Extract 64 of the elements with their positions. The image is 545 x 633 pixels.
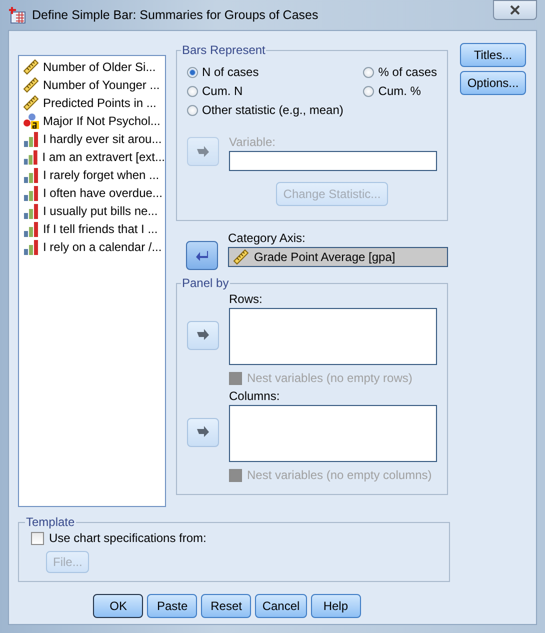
bar-chart-icon [23,131,39,147]
right-arrow-icon [196,426,210,438]
dialog-button[interactable]: Help [310,594,361,618]
radio-label: N of cases [202,65,259,79]
field-label: Columns: [229,389,281,403]
variable-item[interactable]: Major If Not Psychol... [19,112,165,130]
radio-button[interactable] [363,86,374,96]
variable-item[interactable]: Number of Older Si... [19,58,165,76]
radio-button[interactable] [187,66,198,78]
radio-label: Cum. % [378,84,421,98]
template-checkbox[interactable]: Use chart specifications from: [31,531,439,545]
radio-label: Cum. N [202,84,243,98]
app-icon [8,6,26,24]
window-title: Define Simple Bar: Summaries for Groups of Cases [32,8,318,22]
radio-button[interactable] [187,104,198,116]
variable-item[interactable]: Predicted Points in ... [19,94,165,112]
variable-item[interactable]: I often have overdue... [19,184,165,202]
left-arrow-icon [195,250,209,262]
field-label: Category Axis: [228,231,306,245]
variable-item[interactable]: I rarely forget when ... [19,166,165,184]
bar-chart-icon [23,167,39,183]
move-arrow-button[interactable] [186,241,218,270]
radio-button[interactable] [187,86,198,96]
bar-chart-icon [23,239,39,255]
bar-chart-icon [23,203,39,219]
group-title: Template [25,515,76,529]
bar-chart-icon [23,221,39,237]
ruler-icon [23,59,39,75]
variable-item[interactable]: I usually put bills ne... [19,202,165,220]
radio-label: % of cases [378,65,437,79]
variable-list[interactable] [18,55,166,507]
radio-label: Other statistic (e.g., mean) [202,103,344,117]
variable-item[interactable]: Number of Younger ... [19,76,165,94]
right-arrow-icon [196,146,210,158]
field-label: Variable: [229,135,276,149]
field-label: Rows: [229,292,264,306]
variable-target-list[interactable] [229,308,437,365]
ruler-icon [233,249,249,265]
variable-item[interactable]: I rely on a calendar /... [19,238,165,256]
side-button[interactable]: Titles... [460,43,526,67]
group-title: Bars Represent [181,43,266,57]
dialog-button[interactable]: Paste [147,594,198,618]
group-title: Panel by [181,276,230,290]
nominal-icon [23,113,39,129]
right-arrow-icon [196,329,210,341]
variable-item[interactable]: If I tell friends that I ... [19,220,165,238]
variable-target-list[interactable] [229,405,437,462]
bar-chart-icon [23,149,38,165]
close-icon [509,5,521,15]
dialog-button[interactable]: OK [93,594,144,618]
side-button[interactable]: Options... [460,71,526,95]
move-arrow-button[interactable] [187,418,219,446]
category-axis-field[interactable]: Grade Point Average [gpa] [228,247,448,267]
variable-field[interactable] [229,151,437,171]
dialog-button[interactable]: Reset [201,594,252,618]
dialog-button[interactable]: Cancel [255,594,307,618]
move-arrow-button[interactable] [187,320,219,350]
bar-chart-icon [23,185,39,201]
close-button[interactable] [493,0,537,20]
radio-button[interactable] [363,66,374,78]
ruler-icon [23,77,39,93]
variable-item[interactable]: I hardly ever sit arou... [19,130,165,148]
ruler-icon [23,95,39,111]
variable-item[interactable]: I am an extravert [ext... [19,148,165,166]
